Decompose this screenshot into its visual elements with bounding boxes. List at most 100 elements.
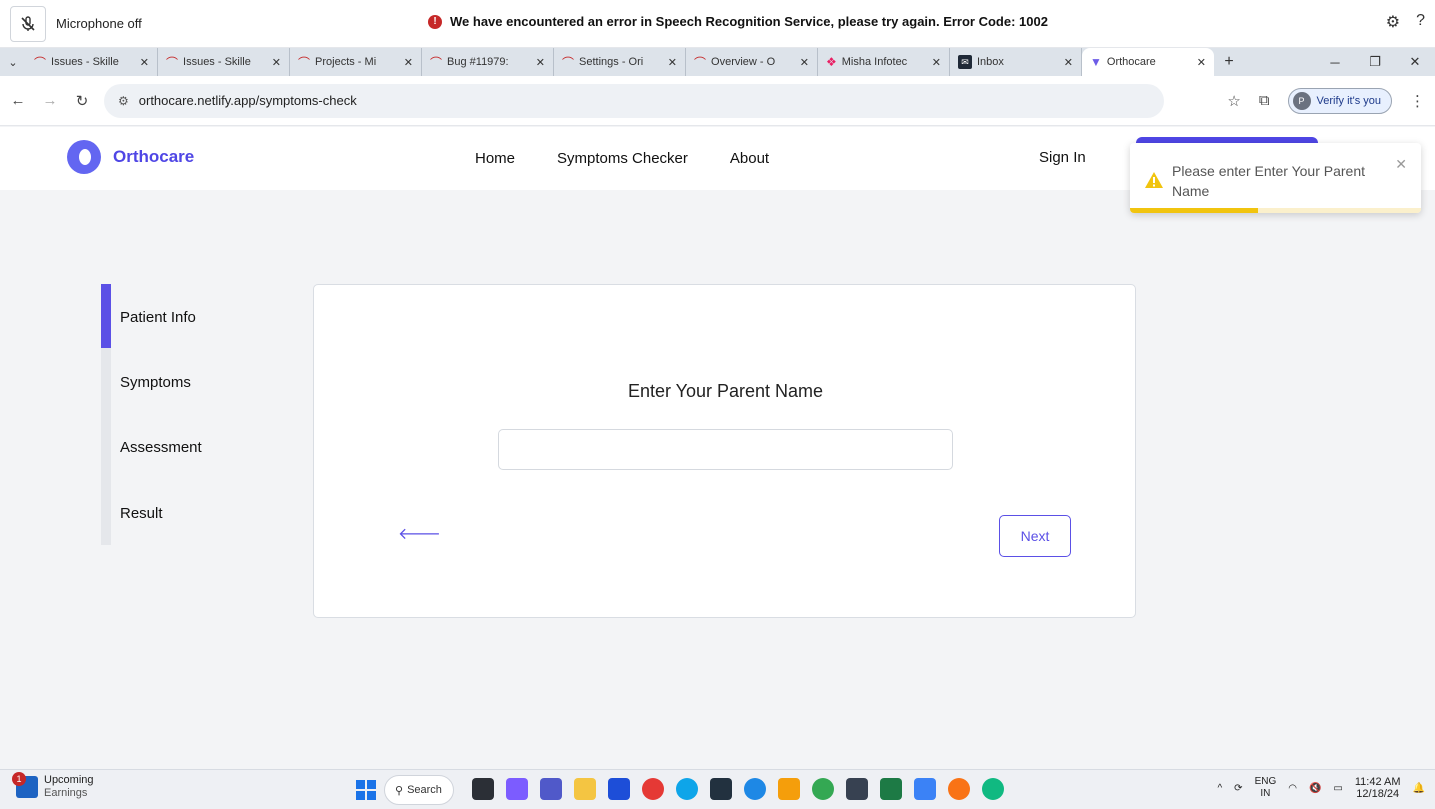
- tab-close-icon[interactable]: ✕: [1197, 56, 1206, 69]
- chrome-icon[interactable]: [812, 778, 834, 800]
- edge-icon[interactable]: [676, 778, 698, 800]
- nav-symptoms-checker[interactable]: Symptoms Checker: [557, 150, 688, 167]
- earnings-chart-icon: 1: [12, 772, 38, 798]
- tab-close-icon[interactable]: ✕: [800, 56, 809, 69]
- browser-tab[interactable]: ⌒ Projects - Mi ✕: [290, 48, 422, 76]
- issue-icon: ⌒: [694, 55, 707, 70]
- battery-icon[interactable]: ▭: [1333, 783, 1342, 794]
- step-result[interactable]: Result: [120, 505, 163, 522]
- back-arrow-icon[interactable]: 🡐: [398, 523, 441, 544]
- opera-icon[interactable]: [642, 778, 664, 800]
- settings-gear-icon[interactable]: ⚙: [1386, 12, 1400, 32]
- copilot-icon[interactable]: [506, 778, 528, 800]
- issue-icon: ⌒: [166, 55, 179, 70]
- paint-icon[interactable]: [778, 778, 800, 800]
- terminal-icon[interactable]: [710, 778, 732, 800]
- teams-icon[interactable]: [540, 778, 562, 800]
- next-button[interactable]: Next: [999, 515, 1071, 557]
- window-close-icon[interactable]: ✕: [1395, 48, 1435, 76]
- widget-title: Upcoming: [44, 774, 94, 786]
- warning-icon: [1145, 172, 1163, 188]
- parent-name-input[interactable]: [498, 429, 953, 470]
- notepad-icon[interactable]: [914, 778, 936, 800]
- more-menu-icon[interactable]: ⋮: [1410, 92, 1425, 110]
- browser-tab[interactable]: ✉ Inbox ✕: [950, 48, 1082, 76]
- verify-label: Verify it's you: [1316, 94, 1381, 107]
- minimize-icon[interactable]: ─: [1315, 48, 1355, 76]
- nav-home[interactable]: Home: [475, 150, 515, 167]
- brand-logo[interactable]: Orthocare: [67, 140, 194, 174]
- tray-sync-icon[interactable]: ⟳: [1234, 783, 1242, 794]
- nav-about[interactable]: About: [730, 150, 769, 167]
- step-assessment[interactable]: Assessment: [120, 439, 202, 456]
- verify-identity-button[interactable]: P Verify it's you: [1287, 87, 1392, 114]
- taskbar-search[interactable]: ⚲ Search: [384, 775, 454, 805]
- news-widget[interactable]: 1 Upcoming Earnings: [12, 772, 94, 800]
- windows-start-icon[interactable]: [356, 780, 376, 800]
- search-icon: ⚲: [395, 784, 404, 797]
- browser-tab[interactable]: ⌒ Issues - Skille ✕: [158, 48, 290, 76]
- url-field[interactable]: ⚙ orthocare.netlify.app/symptoms-check: [104, 83, 1164, 118]
- language-indicator[interactable]: ENG IN: [1255, 776, 1277, 800]
- search-label: Search: [407, 784, 442, 796]
- wifi-icon[interactable]: ◠: [1288, 783, 1297, 794]
- volume-muted-icon[interactable]: 🔇: [1309, 783, 1321, 794]
- tab-close-icon[interactable]: ✕: [1064, 56, 1073, 69]
- step-progress-bar: [101, 284, 111, 545]
- tab-close-icon[interactable]: ✕: [404, 56, 413, 69]
- new-tab-plus-icon[interactable]: +: [1214, 48, 1244, 76]
- error-icon: !: [428, 14, 442, 29]
- browser-tab[interactable]: ⌒ Issues - Skille ✕: [26, 48, 158, 76]
- issue-icon: ⌒: [430, 55, 443, 70]
- firefox-icon[interactable]: [948, 778, 970, 800]
- widget-subtitle: Earnings: [44, 787, 88, 799]
- sign-in-link[interactable]: Sign In: [1039, 149, 1086, 166]
- lang-code: ENG: [1254, 776, 1277, 787]
- step-symptoms[interactable]: Symptoms: [120, 374, 191, 391]
- browser-tab[interactable]: ⌒ Overview - O ✕: [686, 48, 818, 76]
- microphone-status: Microphone off: [56, 16, 142, 31]
- address-bar: ← → ↻ ⚙ orthocare.netlify.app/symptoms-c…: [0, 76, 1435, 126]
- tab-title: Projects - Mi: [315, 56, 377, 68]
- tab-title: Inbox: [977, 56, 1004, 68]
- calculator-icon[interactable]: [846, 778, 868, 800]
- browser-tab[interactable]: ⌒ Settings - Ori ✕: [554, 48, 686, 76]
- browser-tab-strip: ⌄ ⌒ Issues - Skille ✕ ⌒ Issues - Skille ✕ ⌒ Pro…: [0, 48, 1435, 76]
- tray-chevron-icon[interactable]: ^: [1217, 783, 1222, 794]
- brand-name: Orthocare: [113, 147, 195, 166]
- excel-icon[interactable]: [880, 778, 902, 800]
- question-title: Enter Your Parent Name: [627, 381, 824, 401]
- skype-icon[interactable]: [744, 778, 766, 800]
- tab-title: Orthocare: [1106, 56, 1156, 68]
- forward-nav-icon[interactable]: →: [36, 92, 64, 109]
- clock-date: 12/18/24: [1356, 788, 1400, 800]
- tab-search-chevron-icon[interactable]: ⌄: [0, 48, 26, 76]
- tab-title: Overview - O: [711, 56, 776, 68]
- tab-close-icon[interactable]: ✕: [536, 56, 545, 69]
- site-settings-icon[interactable]: ⚙: [118, 94, 129, 108]
- task-view-icon[interactable]: [472, 778, 494, 800]
- toast-close-icon[interactable]: ✕: [1395, 156, 1407, 173]
- reload-icon[interactable]: ↻: [68, 92, 96, 110]
- browser-tab[interactable]: ⌒ Bug #11979: ✕: [422, 48, 554, 76]
- microphone-off-button[interactable]: [10, 5, 46, 42]
- system-clock[interactable]: 11:42 AM 12/18/24: [1355, 776, 1401, 800]
- help-icon[interactable]: ?: [1416, 12, 1425, 32]
- step-patient-info[interactable]: Patient Info: [120, 309, 196, 326]
- people-icon[interactable]: [982, 778, 1004, 800]
- browser-tab[interactable]: ❖ Misha Infotec ✕: [818, 48, 950, 76]
- notification-bar: Microphone off ! We have encountered an …: [0, 0, 1435, 48]
- browser-tab[interactable]: ▼ Orthocare ✕: [1082, 48, 1214, 76]
- back-nav-icon[interactable]: ←: [4, 92, 32, 109]
- bookmark-star-icon[interactable]: ☆: [1227, 92, 1240, 110]
- tab-close-icon[interactable]: ✕: [140, 56, 149, 69]
- tab-close-icon[interactable]: ✕: [932, 56, 941, 69]
- restore-icon[interactable]: ❐: [1355, 48, 1395, 76]
- store-icon[interactable]: [608, 778, 630, 800]
- tab-close-icon[interactable]: ✕: [668, 56, 677, 69]
- tab-close-icon[interactable]: ✕: [272, 56, 281, 69]
- notifications-bell-icon[interactable]: 🔔: [1413, 783, 1425, 794]
- file-explorer-icon[interactable]: [574, 778, 596, 800]
- inbox-icon: ✉: [958, 55, 972, 69]
- extensions-puzzle-icon[interactable]: ⧉: [1259, 92, 1270, 109]
